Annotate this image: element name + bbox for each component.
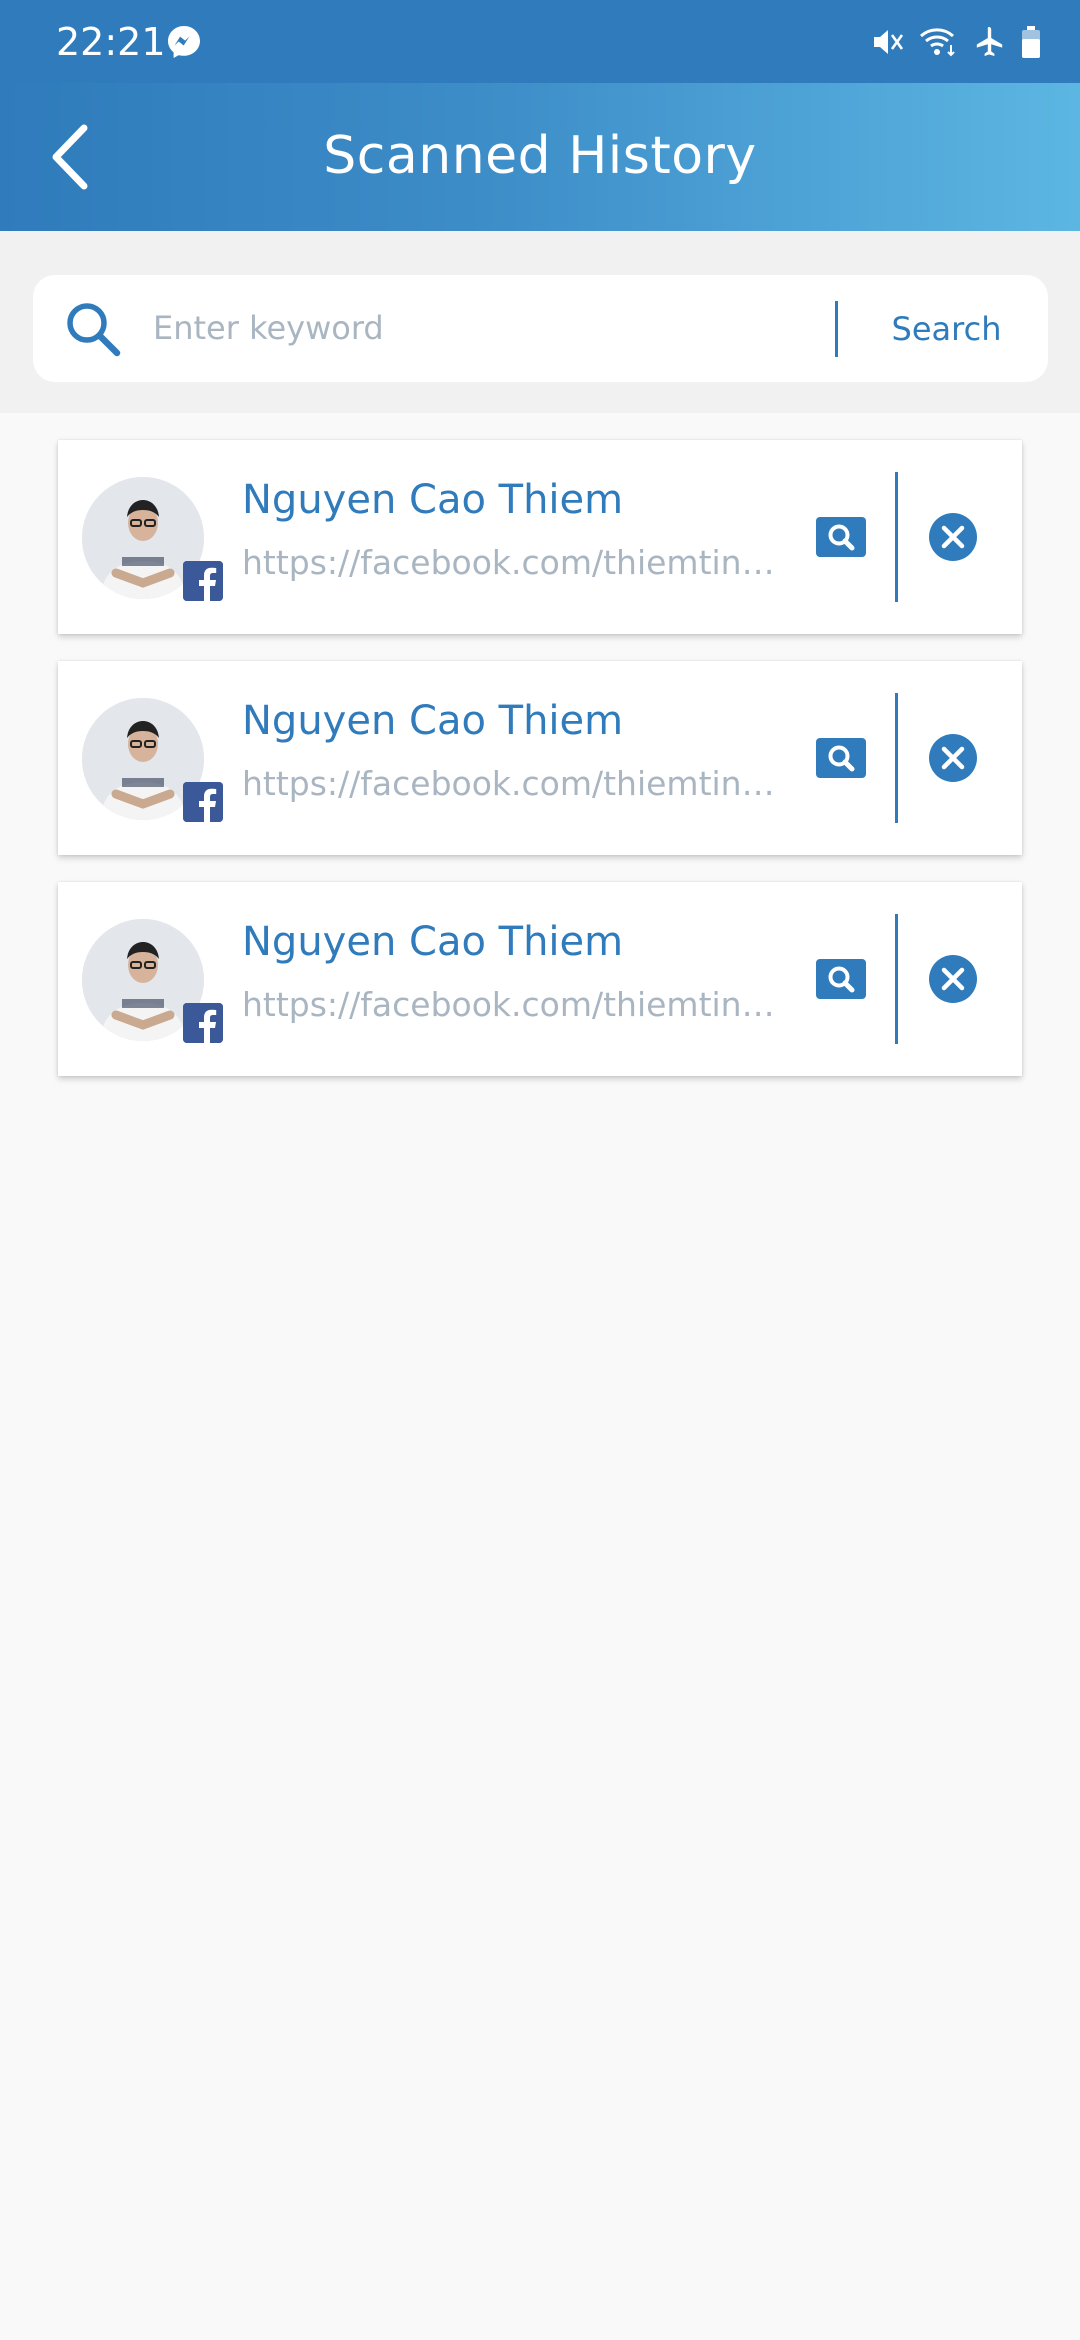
history-item[interactable]: Nguyen Cao Thiem https://facebook.com/th… bbox=[58, 882, 1022, 1076]
history-list: Nguyen Cao Thiem https://facebook.com/th… bbox=[58, 440, 1022, 1103]
view-button[interactable] bbox=[816, 738, 866, 778]
wifi-icon bbox=[918, 25, 958, 59]
search-input[interactable] bbox=[153, 295, 843, 361]
profile-name: Nguyen Cao Thiem bbox=[242, 919, 624, 965]
app-header: Scanned History bbox=[0, 83, 1080, 231]
airplane-mode-icon bbox=[972, 25, 1006, 59]
status-bar: 22:21 bbox=[0, 0, 1080, 83]
search-area: Search bbox=[0, 231, 1080, 413]
view-icon bbox=[816, 517, 866, 557]
history-item[interactable]: Nguyen Cao Thiem https://facebook.com/th… bbox=[58, 440, 1022, 634]
battery-icon bbox=[1020, 25, 1042, 59]
remove-button[interactable] bbox=[928, 733, 978, 783]
action-divider bbox=[895, 693, 898, 823]
facebook-icon bbox=[183, 1003, 223, 1043]
profile-name: Nguyen Cao Thiem bbox=[242, 477, 624, 523]
search-button[interactable]: Search bbox=[845, 275, 1048, 382]
search-bar: Search bbox=[33, 275, 1048, 382]
history-item[interactable]: Nguyen Cao Thiem https://facebook.com/th… bbox=[58, 661, 1022, 855]
vibrate-mute-icon bbox=[870, 25, 904, 59]
profile-url: https://facebook.com/thiemtinh... bbox=[242, 985, 782, 1024]
status-time: 22:21 bbox=[56, 20, 166, 64]
action-divider bbox=[895, 914, 898, 1044]
remove-icon bbox=[929, 513, 977, 561]
profile-url: https://facebook.com/thiemtinh... bbox=[242, 543, 782, 582]
facebook-icon bbox=[183, 561, 223, 601]
view-icon bbox=[816, 738, 866, 778]
search-divider bbox=[835, 301, 838, 357]
remove-icon bbox=[929, 734, 977, 782]
action-divider bbox=[895, 472, 898, 602]
status-icons bbox=[870, 20, 1042, 64]
remove-icon bbox=[929, 955, 977, 1003]
messenger-icon bbox=[166, 24, 202, 60]
facebook-icon bbox=[183, 782, 223, 822]
search-icon bbox=[63, 299, 123, 359]
remove-button[interactable] bbox=[928, 512, 978, 562]
page-title: Scanned History bbox=[323, 126, 757, 186]
profile-name: Nguyen Cao Thiem bbox=[242, 698, 624, 744]
remove-button[interactable] bbox=[928, 954, 978, 1004]
profile-url: https://facebook.com/thiemtinh... bbox=[242, 764, 782, 803]
view-button[interactable] bbox=[816, 517, 866, 557]
view-button[interactable] bbox=[816, 959, 866, 999]
view-icon bbox=[816, 959, 866, 999]
